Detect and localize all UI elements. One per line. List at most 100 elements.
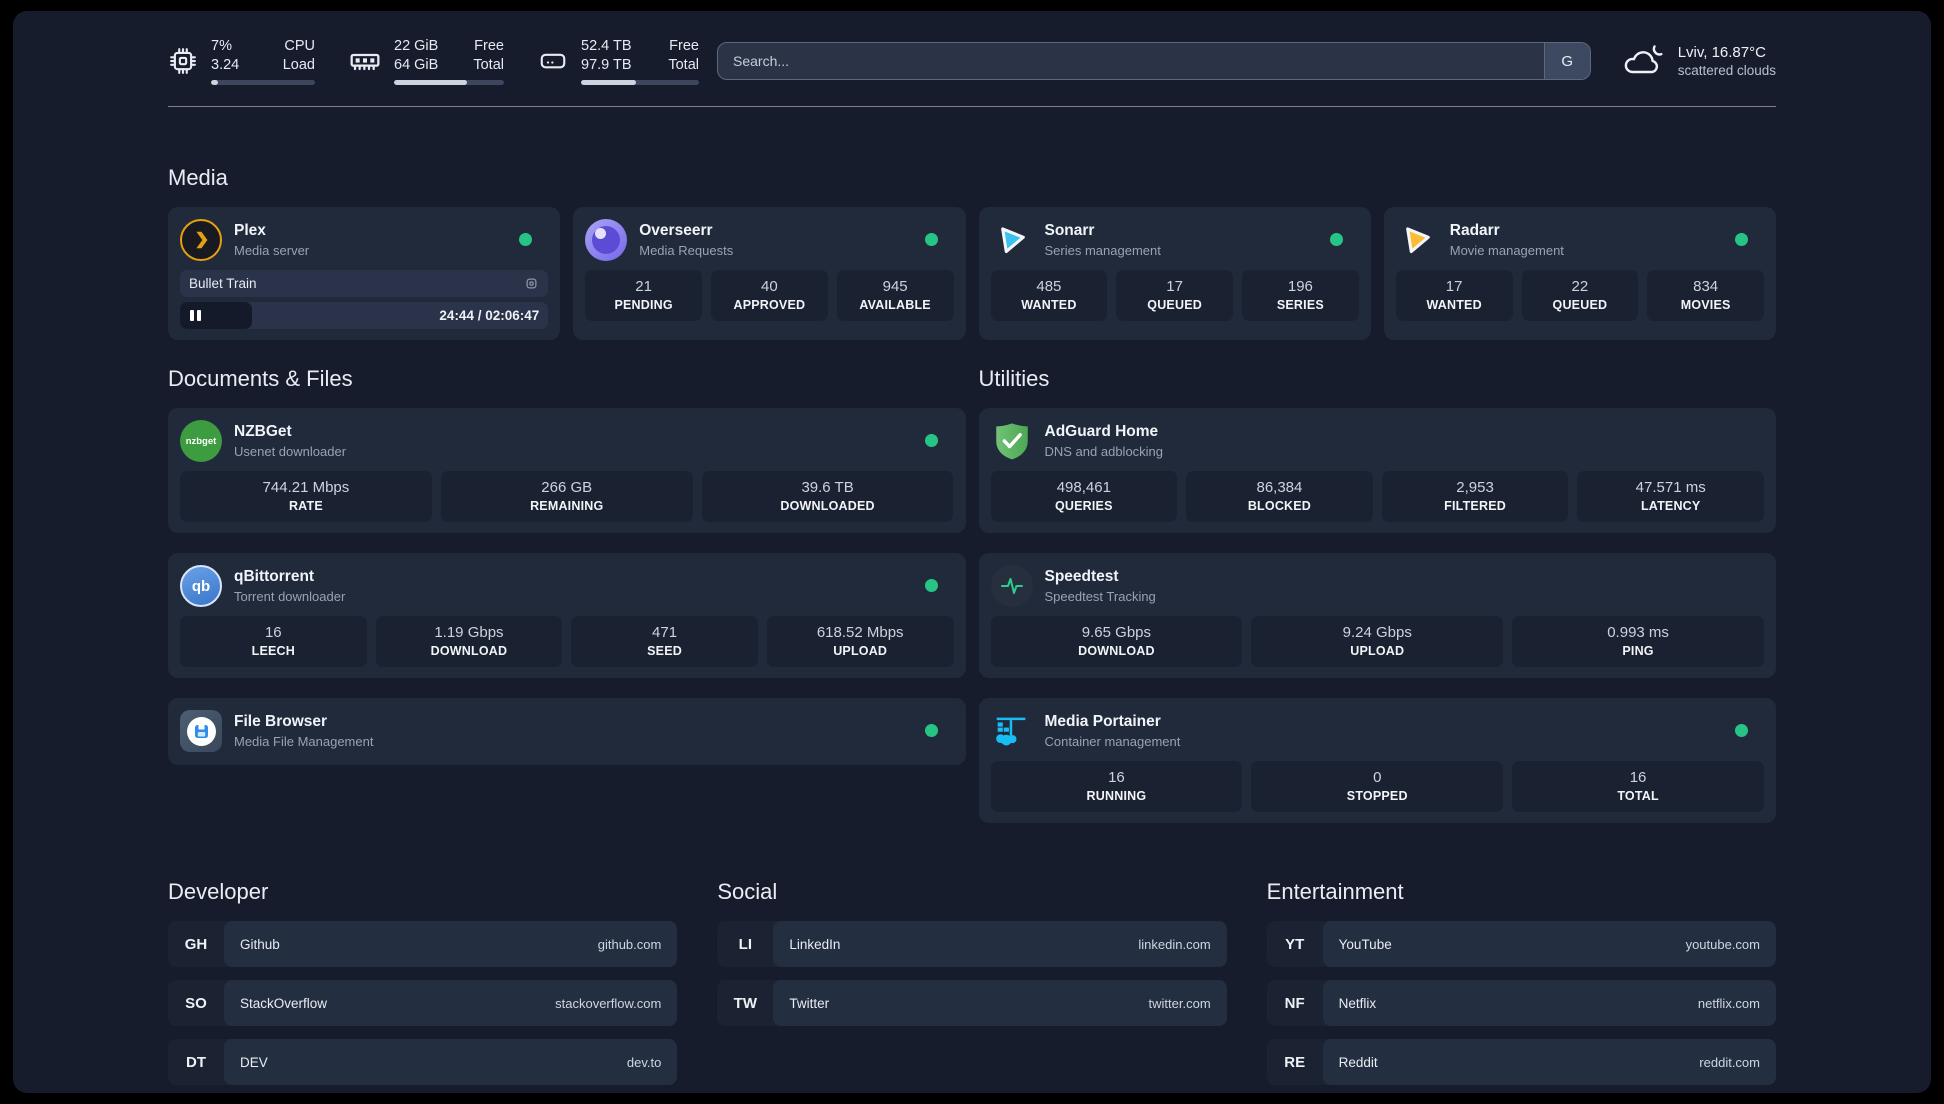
plex-description: Media server — [234, 243, 310, 258]
stat-total: 16 TOTAL — [1512, 761, 1764, 812]
stat-ping: 0.993 ms PING — [1512, 616, 1764, 667]
speedtest-stats: 9.65 Gbps DOWNLOAD 9.24 Gbps UPLOAD 0.99… — [990, 616, 1765, 667]
sonarr-app-link[interactable]: Sonarr Series management — [991, 217, 1359, 263]
overseerr-icon — [585, 219, 628, 261]
filebrowser-name: File Browser — [234, 713, 328, 730]
portainer-icon — [991, 710, 1033, 752]
weather-location: Lviv, 16.87°C — [1677, 44, 1766, 61]
stat-upload: 618.52 Mbps UPLOAD — [766, 616, 954, 667]
bookmark-youtube[interactable]: YT YouTube youtube.com — [1266, 921, 1776, 967]
plex-app-link[interactable]: Plex Media server — [180, 217, 548, 263]
nzbget-icon: nzbget — [180, 420, 222, 462]
dashboard-page: 7% 3.24 CPU Load 22 GiB 64 GiB Free Tota… — [13, 11, 1931, 1093]
bookmark-twitter[interactable]: TW Twitter twitter.com — [717, 980, 1227, 1026]
search-bar: G — [717, 42, 1591, 80]
disk-total-label: Total — [668, 57, 699, 73]
topbar-divider — [168, 106, 1776, 107]
overseerr-description: Media Requests — [639, 243, 734, 258]
plex-icon — [180, 219, 222, 261]
stat-download: 1.19 Gbps DOWNLOAD — [375, 616, 563, 667]
ram-progress-bar — [394, 79, 504, 85]
bookmark-group-entertainment: Entertainment YT YouTube youtube.com NF … — [1266, 879, 1776, 1093]
stat-stopped: 0 STOPPED — [1251, 761, 1504, 812]
nzbget-app-link[interactable]: nzbget NZBGet Usenet downloader — [180, 418, 954, 464]
section-title-documents: Documents & Files — [168, 366, 353, 391]
stat-blocked: 86,384 BLOCKED — [1186, 471, 1373, 522]
bookmark-reddit[interactable]: RE Reddit reddit.com — [1266, 1039, 1776, 1085]
stat-approved: 40 APPROVED — [711, 270, 828, 321]
section-title-social: Social — [717, 879, 778, 904]
stat-pending: 21 PENDING — [585, 270, 702, 321]
adguard-app-link[interactable]: AdGuard Home DNS and adblocking — [991, 418, 1765, 464]
qbittorrent-card: qb qBittorrent Torrent downloader 16 LEE… — [168, 553, 966, 678]
sonarr-stats: 485 WANTED 17 QUEUED 196 SERIES — [990, 270, 1359, 321]
cpu-load-value: 3.24 — [211, 57, 240, 73]
plex-name: Plex — [234, 222, 266, 239]
stat-rate: 744.21 Mbps RATE — [180, 471, 432, 522]
radarr-description: Movie management — [1449, 243, 1564, 258]
qbittorrent-description: Torrent downloader — [234, 589, 346, 604]
speedtest-card: Speedtest Speedtest Tracking 9.65 Gbps D… — [978, 553, 1776, 678]
stat-queued: 22 QUEUED — [1521, 270, 1639, 321]
ram-free-value: 22 GiB — [394, 38, 439, 55]
filebrowser-app-link[interactable]: File Browser Media File Management — [180, 708, 954, 754]
portainer-name: Media Portainer — [1044, 713, 1161, 730]
sonarr-description: Series management — [1044, 243, 1161, 258]
filebrowser-description: Media File Management — [234, 734, 374, 749]
speedtest-description: Speedtest Tracking — [1044, 589, 1156, 604]
overseerr-app-link[interactable]: Overseerr Media Requests — [585, 217, 953, 263]
search-provider-button[interactable]: G — [1543, 43, 1590, 79]
filebrowser-status-dot — [924, 724, 938, 737]
bookmark-netflix[interactable]: NF Netflix netflix.com — [1266, 980, 1776, 1026]
weather-condition: scattered clouds — [1677, 63, 1776, 78]
bookmark-group-developer: Developer GH Github github.com SO StackO… — [168, 879, 678, 1093]
documents-column: Documents & Files nzbget NZBGet Usenet d… — [168, 366, 966, 823]
stat-upload: 9.24 Gbps UPLOAD — [1251, 616, 1504, 667]
ram-icon — [349, 45, 381, 77]
bookmark-github[interactable]: GH Github github.com — [168, 921, 678, 967]
qbittorrent-stats: 16 LEECH 1.19 Gbps DOWNLOAD 471 SEED 618… — [180, 616, 954, 667]
stat-remaining: 266 GB REMAINING — [440, 471, 693, 522]
transcode-chip-icon — [524, 276, 539, 291]
radarr-icon — [1396, 219, 1438, 261]
bookmark-linkedin[interactable]: LI LinkedIn linkedin.com — [717, 921, 1227, 967]
search-input[interactable] — [718, 43, 1544, 79]
qbittorrent-app-link[interactable]: qb qBittorrent Torrent downloader — [180, 563, 954, 609]
playback-time: 24:44 / 02:06:47 — [439, 308, 540, 323]
qbittorrent-name: qBittorrent — [234, 568, 315, 585]
stat-queries: 498,461 QUERIES — [990, 471, 1178, 522]
qbittorrent-icon: qb — [180, 565, 222, 607]
portainer-stats: 16 RUNNING 0 STOPPED 16 TOTAL — [990, 761, 1765, 812]
bookmark-dev[interactable]: DT DEV dev.to — [168, 1039, 678, 1085]
filebrowser-icon — [180, 710, 222, 752]
disk-total-value: 97.9 TB — [581, 57, 632, 73]
radarr-app-link[interactable]: Radarr Movie management — [1396, 217, 1764, 263]
plex-card: Plex Media server Bullet Train 24:44 / 0… — [168, 207, 561, 340]
stat-filtered: 2,953 FILTERED — [1381, 471, 1569, 522]
adguard-icon — [991, 420, 1033, 462]
now-playing-title: Bullet Train — [189, 276, 257, 291]
adguard-stats: 498,461 QUERIES 86,384 BLOCKED 2,953 FIL… — [990, 471, 1764, 522]
stat-wanted: 485 WANTED — [990, 270, 1108, 321]
bookmark-group-social: Social LI LinkedIn linkedin.com TW Twitt… — [717, 879, 1227, 1093]
overseerr-status-dot — [924, 233, 938, 246]
speedtest-app-link[interactable]: Speedtest Speedtest Tracking — [990, 563, 1765, 609]
portainer-app-link[interactable]: Media Portainer Container management — [991, 708, 1765, 754]
pause-icon — [190, 310, 201, 321]
nzbget-card: nzbget NZBGet Usenet downloader 744.21 M… — [168, 408, 966, 533]
filebrowser-card: File Browser Media File Management — [168, 698, 966, 765]
portainer-card: Media Portainer Container management 16 … — [978, 698, 1776, 823]
cpu-usage-value: 7% — [211, 38, 232, 55]
memory-monitor: 22 GiB 64 GiB Free Total — [349, 37, 504, 85]
stat-downloaded: 39.6 TB DOWNLOADED — [701, 471, 954, 522]
radarr-status-dot — [1735, 233, 1748, 246]
resource-monitors: 7% 3.24 CPU Load 22 GiB 64 GiB Free Tota… — [168, 37, 699, 85]
stat-queued: 17 QUEUED — [1116, 270, 1233, 321]
qbittorrent-status-dot — [924, 579, 938, 592]
section-title-utilities: Utilities — [978, 366, 1050, 391]
stat-wanted: 17 WANTED — [1395, 270, 1513, 321]
bookmark-stackoverflow[interactable]: SO StackOverflow stackoverflow.com — [168, 980, 678, 1026]
cpu-progress-bar — [211, 79, 315, 85]
weather-widget: Lviv, 16.87°C scattered clouds — [1621, 42, 1776, 80]
disk-free-label: Free — [669, 38, 699, 55]
